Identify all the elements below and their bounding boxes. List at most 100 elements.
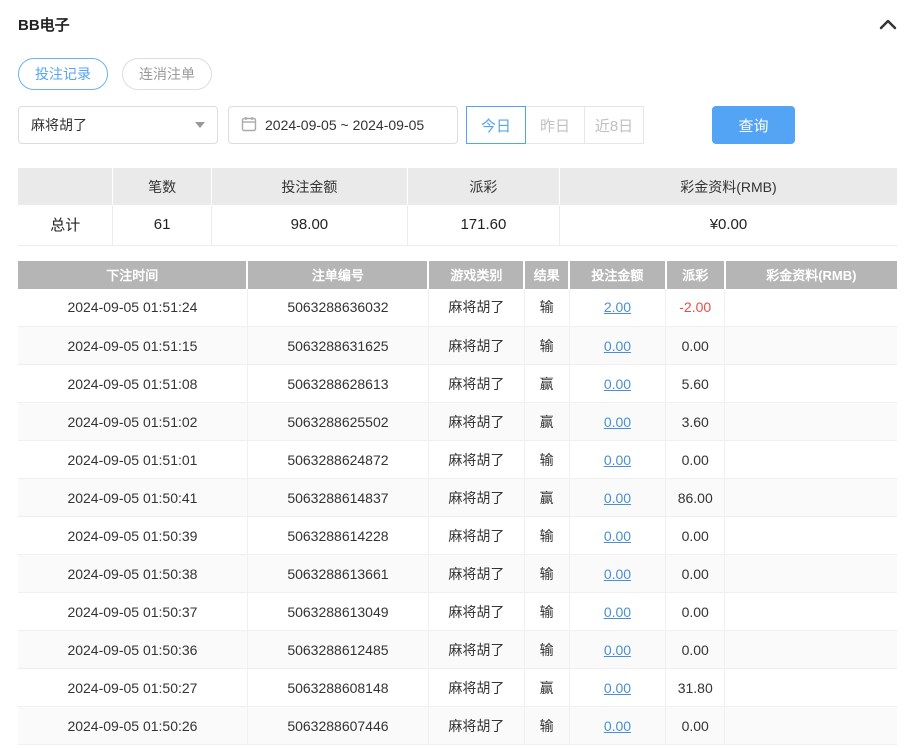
table-row: 2024-09-05 01:51:24 5063288636032 麻将胡了输 2.0…: [18, 288, 897, 327]
bet-amount-cell: 0.00: [569, 402, 667, 441]
bet-amount-link[interactable]: 0.00: [604, 338, 631, 354]
bonus-cell: [724, 440, 897, 479]
result-cell: 赢: [524, 478, 570, 517]
game-type-cell: 麻将胡了: [428, 288, 525, 327]
payout-cell: 0.00: [665, 440, 726, 479]
bet-amount-link[interactable]: 0.00: [604, 566, 631, 582]
summary-column-header: 笔数: [112, 168, 212, 205]
order-id-cell: 5063288624872: [247, 440, 429, 479]
chevron-up-icon[interactable]: [879, 18, 897, 30]
game-type-cell: 麻将胡了: [428, 554, 525, 593]
result-cell: 输: [524, 516, 570, 555]
game-type-cell: 麻将胡了: [428, 630, 525, 669]
game-select[interactable]: 麻将胡了: [18, 106, 218, 144]
order-id-cell: 5063288612485: [247, 630, 429, 669]
tab-bet-records[interactable]: 投注记录: [18, 58, 108, 90]
table-row: 2024-09-05 01:50:38 5063288613661 麻将胡了输 0.0…: [18, 554, 897, 593]
filter-bar: 麻将胡了 2024-09-05 ~ 2024-09-05 今日 昨日 近8日 查…: [18, 106, 897, 144]
order-id-cell: 5063288607446: [247, 706, 429, 745]
summary-bet-amount: 98.00: [211, 205, 408, 246]
quick-range-group: 今日 昨日 近8日: [466, 106, 644, 144]
bonus-cell: [724, 630, 897, 669]
result-cell: 输: [524, 554, 570, 593]
bet-amount-link[interactable]: 0.00: [604, 452, 631, 468]
bet-time-cell: 2024-09-05 01:51:08: [18, 364, 248, 403]
game-select-value: 麻将胡了: [31, 117, 87, 133]
payout-cell: 0.00: [665, 592, 726, 631]
bet-amount-link[interactable]: 2.00: [604, 299, 631, 315]
summary-row-label: 总计: [18, 205, 114, 246]
bet-records-panel: BB电子 投注记录 连消注单 麻将胡了 2024-09-05 ~ 2024-09…: [0, 0, 915, 745]
tab-cancelled-orders[interactable]: 连消注单: [122, 58, 212, 90]
bonus-cell: [724, 554, 897, 593]
bet-time-cell: 2024-09-05 01:50:27: [18, 668, 248, 707]
result-cell: 输: [524, 288, 570, 327]
bet-amount-link[interactable]: 0.00: [604, 376, 631, 392]
summary-column-header: 彩金资料(RMB): [559, 168, 897, 205]
bet-amount-cell: 0.00: [569, 478, 667, 517]
game-type-cell: 麻将胡了: [428, 440, 525, 479]
bet-amount-link[interactable]: 0.00: [604, 642, 631, 658]
bet-amount-link[interactable]: 0.00: [604, 680, 631, 696]
bonus-cell: [724, 402, 897, 441]
last-8-days-button[interactable]: 近8日: [584, 106, 644, 144]
game-type-cell: 麻将胡了: [428, 402, 525, 441]
bet-amount-link[interactable]: 0.00: [604, 528, 631, 544]
payout-cell: 0.00: [665, 516, 726, 555]
bonus-cell: [724, 592, 897, 631]
date-range-picker[interactable]: 2024-09-05 ~ 2024-09-05: [228, 106, 458, 144]
result-cell: 输: [524, 592, 570, 631]
summary-bonus: ¥0.00: [559, 205, 897, 246]
payout-cell: 0.00: [665, 630, 726, 669]
column-header: 游戏类别: [428, 260, 526, 289]
search-button[interactable]: 查询: [712, 106, 795, 144]
bet-time-cell: 2024-09-05 01:50:26: [18, 706, 248, 745]
bet-time-cell: 2024-09-05 01:50:39: [18, 516, 248, 555]
order-id-cell: 5063288636032: [247, 288, 429, 327]
today-button[interactable]: 今日: [466, 106, 526, 144]
summary-total-row: 总计 61 98.00 171.60 ¥0.00: [18, 205, 897, 246]
bet-amount-cell: 0.00: [569, 364, 667, 403]
column-header: 结果: [524, 260, 571, 289]
bet-time-cell: 2024-09-05 01:50:36: [18, 630, 248, 669]
table-row: 2024-09-05 01:50:41 5063288614837 麻将胡了赢 0.0…: [18, 478, 897, 517]
table-row: 2024-09-05 01:51:01 5063288624872 麻将胡了输 0.0…: [18, 440, 897, 479]
game-type-cell: 麻将胡了: [428, 364, 525, 403]
bet-time-cell: 2024-09-05 01:50:38: [18, 554, 248, 593]
bet-amount-cell: 0.00: [569, 706, 667, 745]
bet-amount-cell: 0.00: [569, 516, 667, 555]
bet-amount-cell: 0.00: [569, 592, 667, 631]
summary-column-header: [18, 168, 114, 205]
bet-amount-link[interactable]: 0.00: [604, 414, 631, 430]
table-row: 2024-09-05 01:51:15 5063288631625 麻将胡了输 0.0…: [18, 326, 897, 365]
bonus-cell: [724, 668, 897, 707]
result-cell: 赢: [524, 668, 570, 707]
payout-cell: 0.00: [665, 554, 726, 593]
column-header: 投注金额: [569, 260, 667, 289]
bet-amount-cell: 2.00: [569, 288, 667, 327]
result-cell: 输: [524, 326, 570, 365]
bonus-cell: [724, 478, 897, 517]
summary-column-header: 投注金额: [211, 168, 408, 205]
bet-amount-link[interactable]: 0.00: [604, 604, 631, 620]
result-cell: 输: [524, 706, 570, 745]
game-type-cell: 麻将胡了: [428, 668, 525, 707]
result-cell: 输: [524, 630, 570, 669]
table-row: 2024-09-05 01:50:37 5063288613049 麻将胡了输 0.0…: [18, 592, 897, 631]
bet-table-body: 2024-09-05 01:51:24 5063288636032 麻将胡了输 2.0…: [18, 288, 897, 745]
yesterday-button[interactable]: 昨日: [525, 106, 585, 144]
bet-amount-link[interactable]: 0.00: [604, 718, 631, 734]
order-id-cell: 5063288631625: [247, 326, 429, 365]
result-cell: 赢: [524, 364, 570, 403]
bet-amount-link[interactable]: 0.00: [604, 490, 631, 506]
payout-cell: 86.00: [665, 478, 726, 517]
bonus-cell: [724, 364, 897, 403]
bet-time-cell: 2024-09-05 01:51:01: [18, 440, 248, 479]
bonus-cell: [724, 706, 897, 745]
game-type-cell: 麻将胡了: [428, 516, 525, 555]
payout-cell: 31.80: [665, 668, 726, 707]
order-id-cell: 5063288614837: [247, 478, 429, 517]
order-id-cell: 5063288613661: [247, 554, 429, 593]
order-id-cell: 5063288628613: [247, 364, 429, 403]
bet-time-cell: 2024-09-05 01:51:24: [18, 288, 248, 327]
